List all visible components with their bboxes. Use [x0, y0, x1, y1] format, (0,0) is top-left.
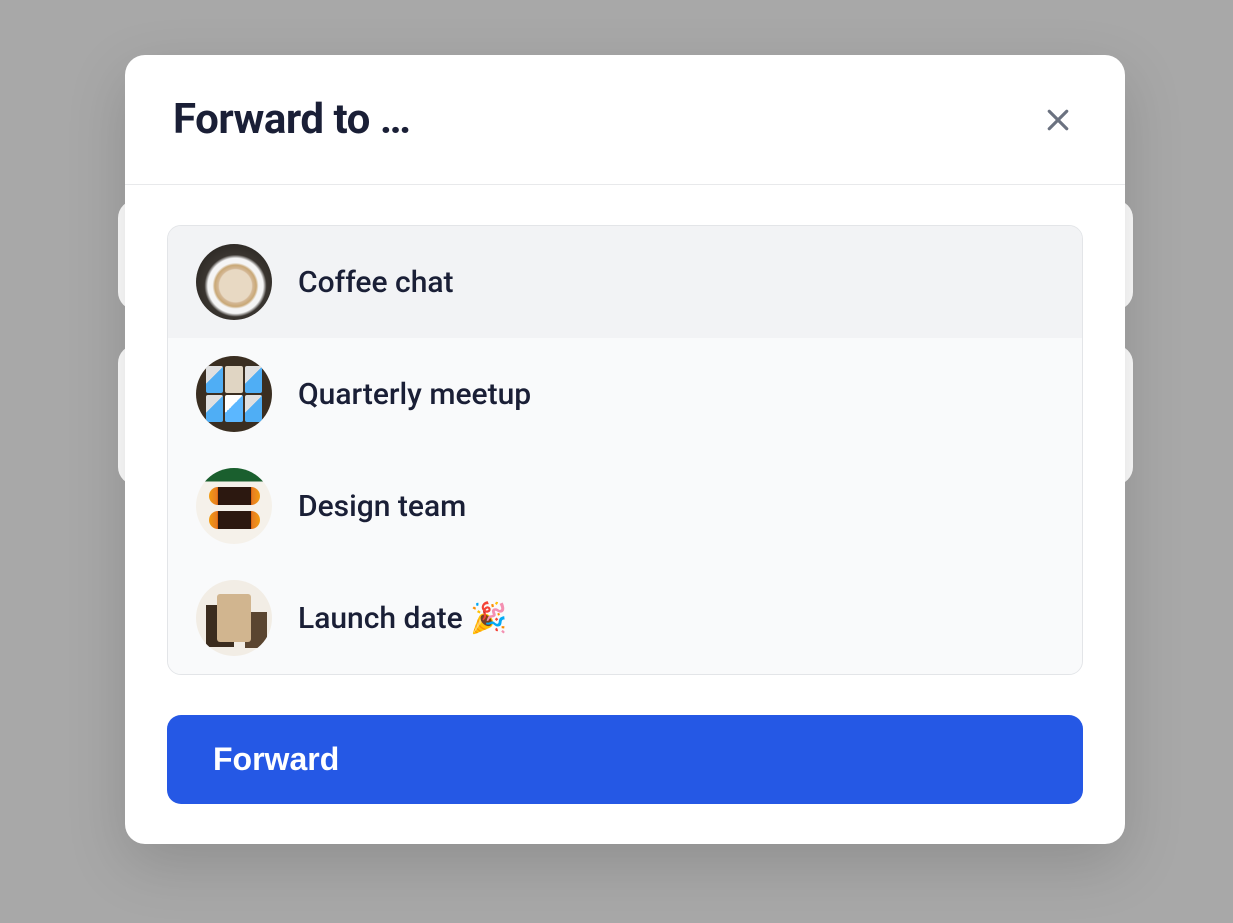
- avatar: [196, 468, 272, 544]
- modal-header: Forward to …: [125, 55, 1125, 185]
- avatar: [196, 580, 272, 656]
- forward-modal: Forward to … Coffee chat Quarterly meetu…: [125, 55, 1125, 844]
- modal-title: Forward to …: [173, 95, 410, 144]
- close-icon: [1043, 105, 1073, 135]
- room-item-design-team[interactable]: Design team: [168, 450, 1082, 562]
- room-name: Design team: [298, 489, 466, 524]
- avatar: [196, 356, 272, 432]
- room-name: Launch date 🎉: [298, 601, 508, 636]
- room-list: Coffee chat Quarterly meetup Design team…: [167, 225, 1083, 675]
- forward-button[interactable]: Forward: [167, 715, 1083, 804]
- room-item-coffee-chat[interactable]: Coffee chat: [168, 226, 1082, 338]
- room-item-launch-date[interactable]: Launch date 🎉: [168, 562, 1082, 674]
- close-button[interactable]: [1039, 101, 1077, 139]
- room-name: Coffee chat: [298, 265, 454, 300]
- avatar: [196, 244, 272, 320]
- modal-body: Coffee chat Quarterly meetup Design team…: [125, 185, 1125, 844]
- room-name: Quarterly meetup: [298, 377, 531, 412]
- room-item-quarterly-meetup[interactable]: Quarterly meetup: [168, 338, 1082, 450]
